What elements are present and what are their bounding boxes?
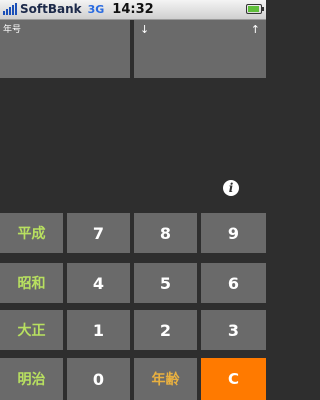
- era-taisho-button[interactable]: 大正: [0, 310, 63, 350]
- arrow-up-icon: ↑: [250, 23, 260, 36]
- key-7-button[interactable]: 7: [67, 213, 130, 253]
- status-bar: SoftBank 3G 14:32: [0, 0, 266, 20]
- battery-level: [248, 6, 259, 12]
- era-heisei-button[interactable]: 平成: [0, 213, 63, 253]
- battery-icon: [246, 4, 264, 14]
- key-4-button[interactable]: 4: [67, 263, 130, 303]
- arrow-down-icon: ↓: [140, 23, 150, 36]
- key-6-button[interactable]: 6: [201, 263, 266, 303]
- key-0-button[interactable]: 0: [67, 358, 130, 400]
- clear-button[interactable]: C: [201, 358, 266, 400]
- age-button[interactable]: 年齢: [134, 358, 197, 400]
- era-meiji-button[interactable]: 明治: [0, 358, 63, 400]
- era-showa-button[interactable]: 昭和: [0, 263, 63, 303]
- key-2-button[interactable]: 2: [134, 310, 197, 350]
- status-time: 14:32: [112, 2, 154, 17]
- key-8-button[interactable]: 8: [134, 213, 197, 253]
- conversion-field[interactable]: ↓ ↑: [134, 20, 266, 78]
- key-5-button[interactable]: 5: [134, 263, 197, 303]
- era-label: 年号: [3, 25, 22, 35]
- key-3-button[interactable]: 3: [201, 310, 266, 350]
- key-9-button[interactable]: 9: [201, 213, 266, 253]
- era-field[interactable]: 年号: [0, 20, 130, 78]
- key-1-button[interactable]: 1: [67, 310, 130, 350]
- info-icon[interactable]: i: [223, 180, 239, 196]
